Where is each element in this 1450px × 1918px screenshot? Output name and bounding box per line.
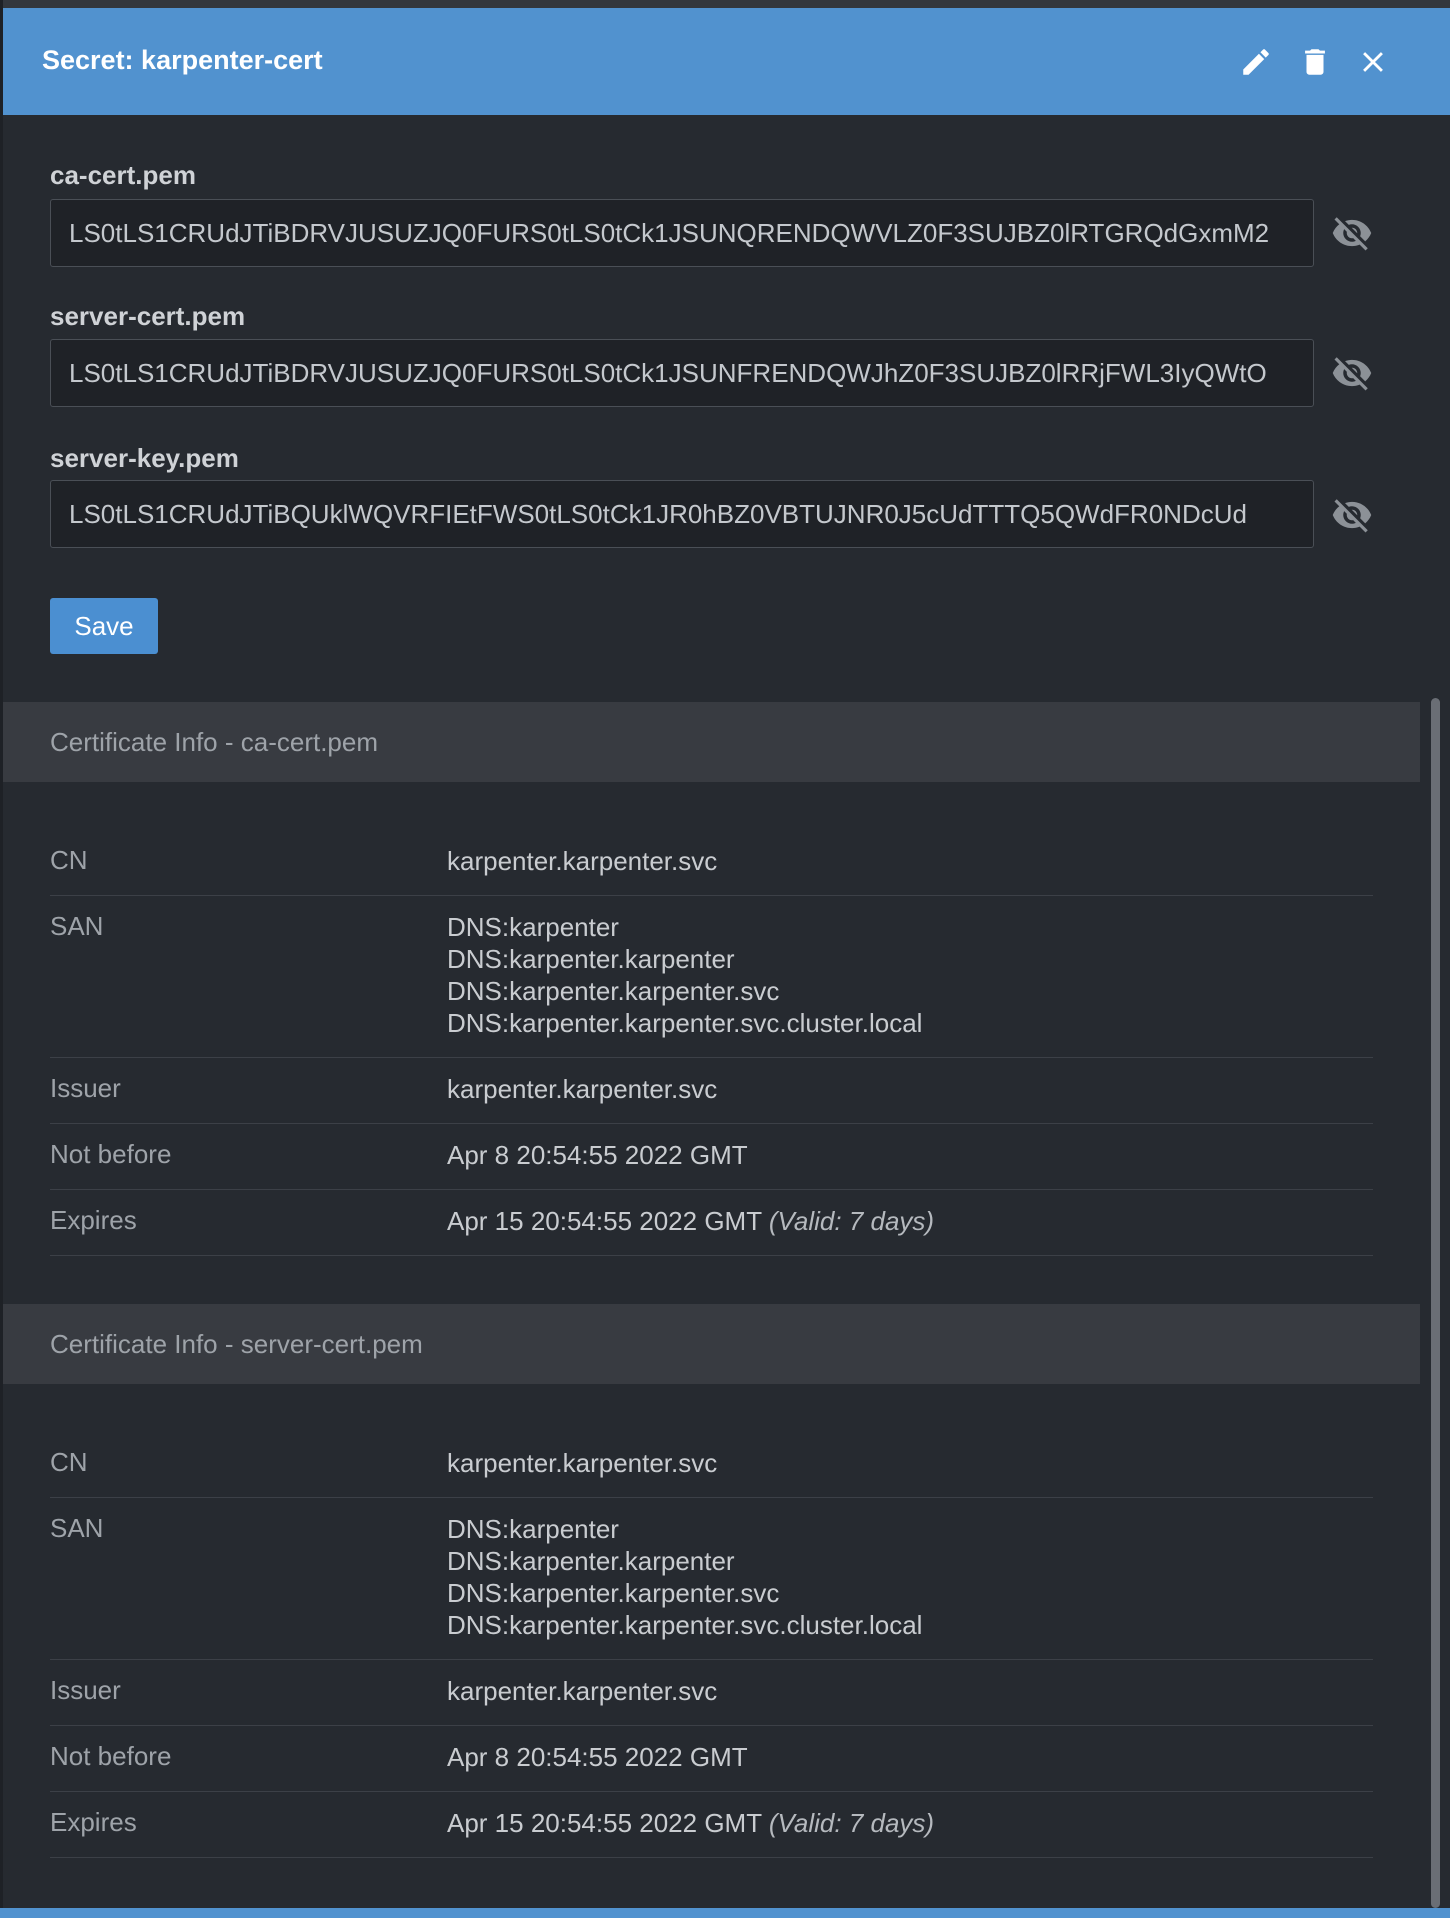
san-entry: DNS:karpenter: [447, 1514, 619, 1544]
info-key: Not before: [50, 1139, 172, 1169]
scrollbar-thumb[interactable]: [1431, 698, 1440, 1908]
info-row-not-before: Not before Apr 8 20:54:55 2022 GMT: [50, 1124, 1373, 1190]
save-button[interactable]: Save: [50, 598, 158, 654]
close-button[interactable]: [1353, 42, 1393, 82]
secret-details-panel: Secret: karpenter-cert ca-cert.pem serve…: [3, 8, 1450, 1908]
eye-off-icon: [1332, 217, 1372, 251]
info-value: Apr 8 20:54:55 2022 GMT: [447, 1742, 748, 1772]
field-label-ca-cert: ca-cert.pem: [50, 160, 196, 190]
delete-button[interactable]: [1295, 42, 1335, 82]
certificate-info-header-ca-cert: Certificate Info - ca-cert.pem: [3, 702, 1420, 782]
info-row-cn: CN karpenter.karpenter.svc: [50, 1432, 1373, 1498]
validity-note: (Valid: 7 days): [768, 1808, 935, 1838]
info-row-cn: CN karpenter.karpenter.svc: [50, 830, 1373, 896]
info-row-issuer: Issuer karpenter.karpenter.svc: [50, 1058, 1373, 1124]
field-label-server-cert: server-cert.pem: [50, 301, 246, 331]
pencil-icon: [1243, 49, 1269, 75]
panel-header: Secret: karpenter-cert: [3, 8, 1450, 115]
certificate-info-header-server-cert: Certificate Info - server-cert.pem: [3, 1304, 1420, 1384]
san-entry: DNS:karpenter: [447, 912, 619, 942]
info-value: karpenter.karpenter.svc: [447, 1448, 718, 1478]
san-entry: DNS:karpenter.karpenter.svc.cluster.loca…: [447, 1610, 923, 1640]
info-value: Apr 8 20:54:55 2022 GMT: [447, 1140, 748, 1170]
certificate-info-table-server-cert: CN karpenter.karpenter.svc SAN DNS:karpe…: [50, 1432, 1373, 1858]
certificate-info-table-ca-cert: CN karpenter.karpenter.svc SAN DNS:karpe…: [50, 830, 1373, 1256]
field-label-server-key: server-key.pem: [50, 443, 239, 473]
info-row-expires: Expires Apr 15 20:54:55 2022 GMT (Valid:…: [50, 1190, 1373, 1256]
info-value: karpenter.karpenter.svc: [447, 1676, 718, 1706]
eye-off-icon: [1332, 357, 1372, 391]
info-value: karpenter.karpenter.svc: [447, 1074, 718, 1104]
san-entry: DNS:karpenter.karpenter: [447, 1546, 735, 1576]
info-value: Apr 15 20:54:55 2022 GMT (Valid: 7 days): [447, 1807, 934, 1839]
edit-button[interactable]: [1236, 42, 1276, 82]
validity-note: (Valid: 7 days): [768, 1206, 935, 1236]
panel-title: Secret: karpenter-cert: [42, 45, 323, 75]
top-strip: [0, 0, 1450, 8]
info-row-san: SAN DNS:karpenter DNS:karpenter.karpente…: [50, 896, 1373, 1058]
info-key: SAN: [50, 911, 104, 941]
info-key: CN: [50, 845, 88, 875]
close-icon: [1363, 52, 1383, 72]
san-entry: DNS:karpenter.karpenter.svc: [447, 976, 780, 1006]
server-cert-input[interactable]: [50, 339, 1314, 407]
expires-date: Apr 15 20:54:55 2022 GMT: [447, 1808, 762, 1838]
info-row-not-before: Not before Apr 8 20:54:55 2022 GMT: [50, 1726, 1373, 1792]
info-key: Not before: [50, 1741, 172, 1771]
info-value: karpenter.karpenter.svc: [447, 846, 718, 876]
expires-date: Apr 15 20:54:55 2022 GMT: [447, 1206, 762, 1236]
info-key: Issuer: [50, 1675, 121, 1705]
info-value-list: DNS:karpenter DNS:karpenter.karpenter DN…: [447, 1513, 922, 1641]
info-key: SAN: [50, 1513, 104, 1543]
toggle-visibility-server-cert[interactable]: [1329, 350, 1375, 396]
section-title: Certificate Info - server-cert.pem: [50, 1329, 423, 1359]
eye-off-icon: [1332, 499, 1372, 533]
info-key: Expires: [50, 1205, 137, 1235]
bottom-accent-bar: [0, 1908, 1450, 1918]
info-value-list: DNS:karpenter DNS:karpenter.karpenter DN…: [447, 911, 922, 1039]
toggle-visibility-server-key[interactable]: [1329, 492, 1375, 538]
info-row-issuer: Issuer karpenter.karpenter.svc: [50, 1660, 1373, 1726]
trash-icon: [1305, 49, 1325, 75]
info-value: Apr 15 20:54:55 2022 GMT (Valid: 7 days): [447, 1205, 934, 1237]
ca-cert-input[interactable]: [50, 199, 1314, 267]
san-entry: DNS:karpenter.karpenter: [447, 944, 735, 974]
server-key-input[interactable]: [50, 480, 1314, 548]
san-entry: DNS:karpenter.karpenter.svc: [447, 1578, 780, 1608]
info-key: Issuer: [50, 1073, 121, 1103]
info-key: Expires: [50, 1807, 137, 1837]
san-entry: DNS:karpenter.karpenter.svc.cluster.loca…: [447, 1008, 923, 1038]
info-key: CN: [50, 1447, 88, 1477]
info-row-san: SAN DNS:karpenter DNS:karpenter.karpente…: [50, 1498, 1373, 1660]
info-row-expires: Expires Apr 15 20:54:55 2022 GMT (Valid:…: [50, 1792, 1373, 1858]
section-title: Certificate Info - ca-cert.pem: [50, 727, 378, 757]
toggle-visibility-ca-cert[interactable]: [1329, 210, 1375, 256]
